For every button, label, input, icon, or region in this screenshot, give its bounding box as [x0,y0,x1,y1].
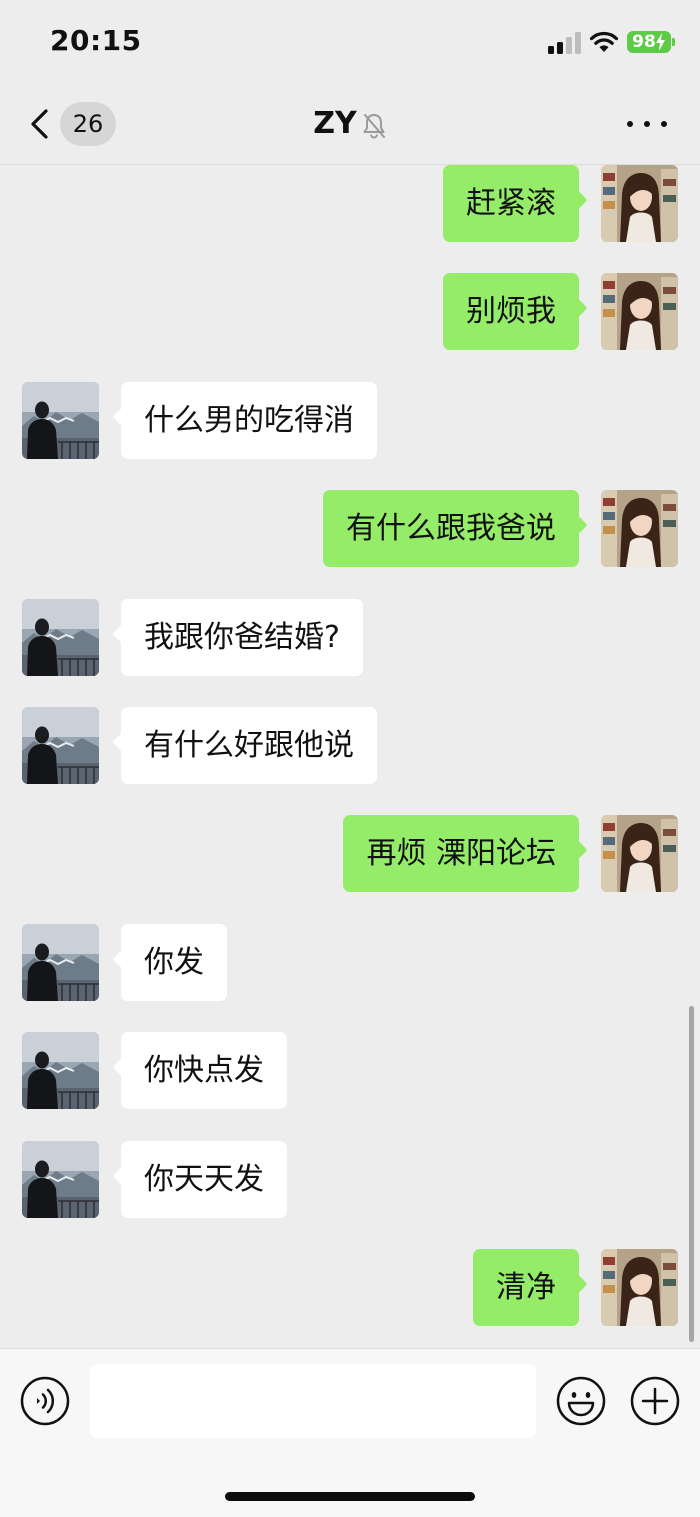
input-bar [0,1348,700,1517]
message-input[interactable] [90,1364,536,1438]
chat-title-bar: ZY [0,104,700,144]
scrollbar[interactable] [689,1006,694,1342]
message-row-incoming: 你发 [0,924,700,1002]
message-row-outgoing: 赶紧滚 [0,165,700,243]
message-row-outgoing: 有什么跟我爸说 [0,490,700,568]
message-list[interactable]: 赶紧滚 别烦我 什么男的吃得消 有什么跟我爸说 我跟你爸结婚? 有什么好跟他说 … [0,165,700,1348]
wifi-icon [589,31,619,52]
contact-avatar[interactable] [22,924,99,1001]
message-row-incoming: 你天天发 [0,1141,700,1219]
my-avatar[interactable] [601,165,678,242]
message-bubble[interactable]: 赶紧滚 [443,165,579,242]
chat-title[interactable]: ZY [313,106,356,141]
more-dot [627,121,633,127]
message-bubble[interactable]: 清净 [473,1249,579,1326]
more-dot [661,121,667,127]
my-avatar[interactable] [601,1249,678,1326]
message-bubble[interactable]: 我跟你爸结婚? [121,599,363,676]
status-time: 20:15 [50,24,142,57]
more-options-button[interactable] [627,114,667,134]
my-avatar[interactable] [601,815,678,892]
chat-header: 26 ZY [0,86,700,165]
my-avatar[interactable] [601,273,678,350]
contact-avatar[interactable] [22,1141,99,1218]
battery-nub [672,38,675,46]
contact-avatar[interactable] [22,707,99,784]
message-row-incoming: 你快点发 [0,1032,700,1110]
my-avatar[interactable] [601,490,678,567]
message-row-outgoing: 再烦 溧阳论坛 [0,815,700,893]
message-row-outgoing: 别烦我 [0,273,700,351]
battery-percent: 98 [632,32,656,52]
more-dot [644,121,650,127]
message-bubble[interactable]: 你快点发 [121,1032,287,1109]
contact-avatar[interactable] [22,382,99,459]
message-row-incoming: 我跟你爸结婚? [0,599,700,677]
message-row-incoming: 有什么好跟他说 [0,707,700,785]
emoji-icon[interactable] [556,1376,606,1426]
message-row-outgoing: 清净 [0,1249,700,1327]
message-bubble[interactable]: 你发 [121,924,227,1001]
message-bubble[interactable]: 再烦 溧阳论坛 [343,815,579,892]
charging-bolt-icon [656,33,665,51]
contact-avatar[interactable] [22,599,99,676]
status-bar: 20:15 98 [0,0,700,86]
home-indicator [225,1492,475,1501]
plus-icon[interactable] [630,1376,680,1426]
voice-icon[interactable] [20,1376,70,1426]
message-bubble[interactable]: 有什么好跟他说 [121,707,377,784]
bell-muted-icon [363,114,385,139]
battery-icon: 98 [627,31,671,53]
message-bubble[interactable]: 你天天发 [121,1141,287,1218]
message-bubble[interactable]: 有什么跟我爸说 [323,490,579,567]
signal-icon [548,32,581,54]
message-bubble[interactable]: 别烦我 [443,273,579,350]
message-row-incoming: 什么男的吃得消 [0,382,700,460]
contact-avatar[interactable] [22,1032,99,1109]
message-bubble[interactable]: 什么男的吃得消 [121,382,377,459]
